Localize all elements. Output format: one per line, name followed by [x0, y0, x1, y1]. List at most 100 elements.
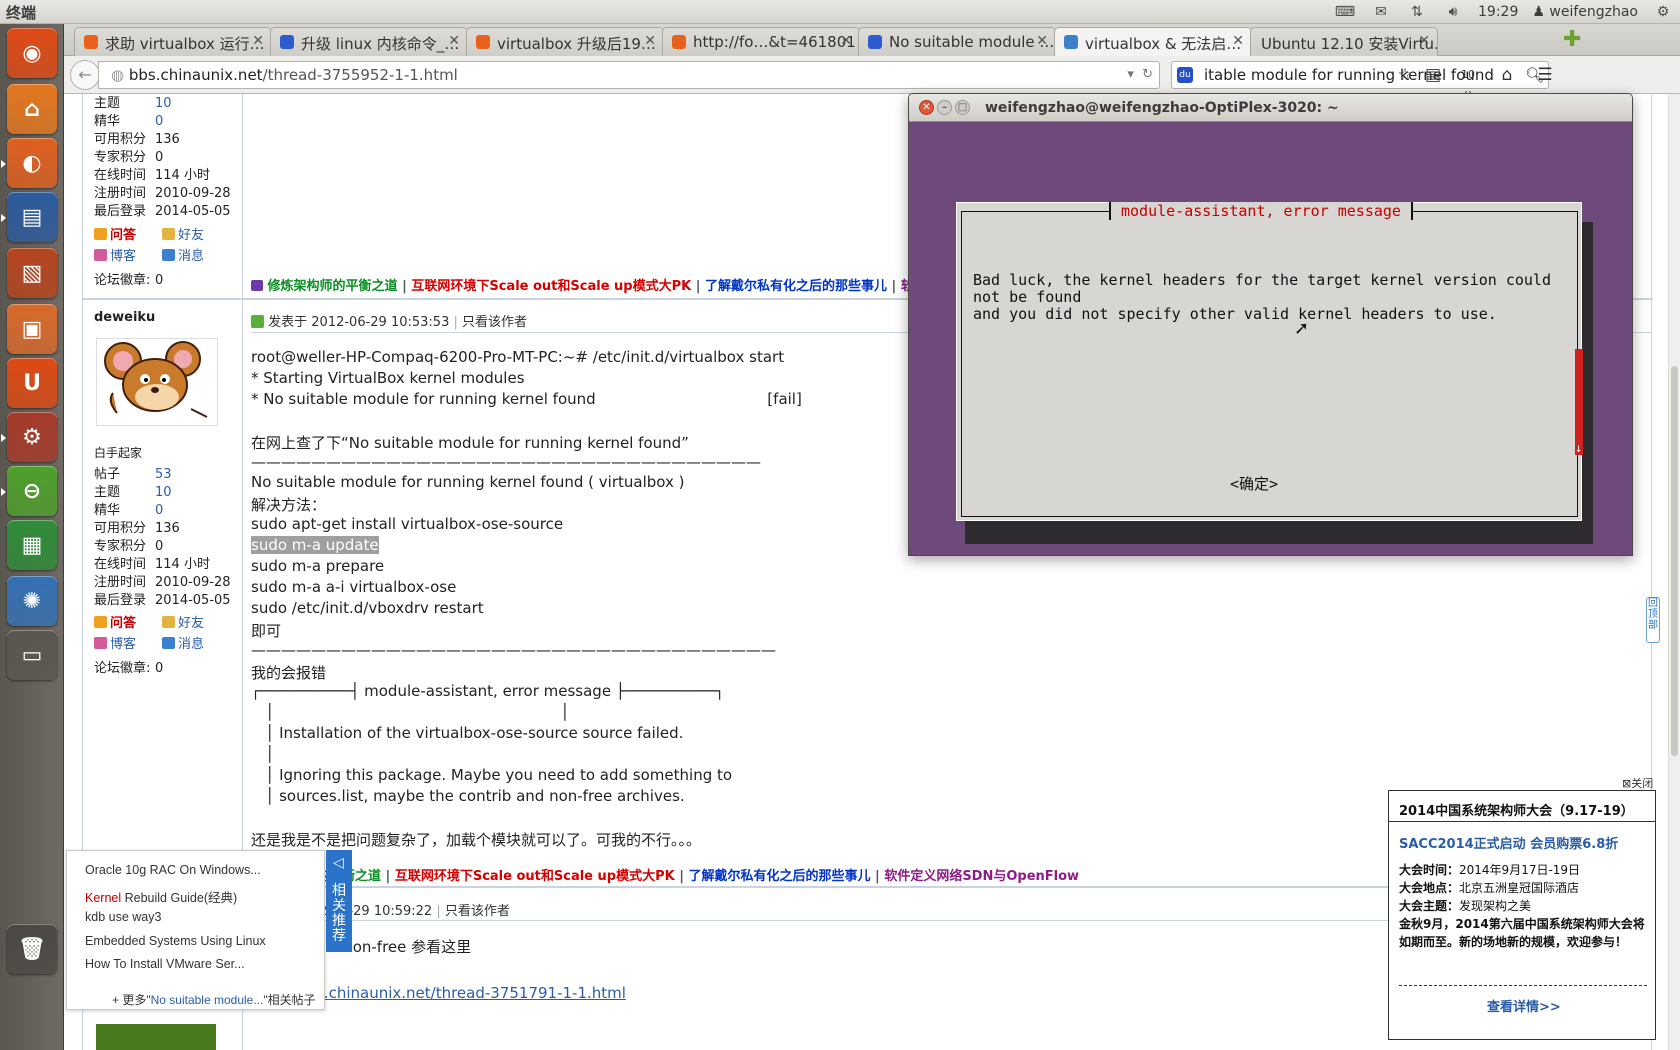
more-suffix: "相关帖子	[263, 993, 316, 1007]
volume-icon[interactable]: 🔊︎	[1442, 4, 1464, 20]
browser-tab[interactable]: Ubuntu 12.10 安装Virtu… ✕	[1250, 27, 1438, 56]
only-author-link[interactable]: 只看该作者	[445, 904, 510, 919]
bookmarks-list-icon[interactable]: ▤	[1422, 64, 1444, 86]
user-stat: 在线时间 114 小时	[94, 164, 210, 183]
stat-value[interactable]: 10	[155, 485, 172, 500]
launcher-calc[interactable]: ▦	[7, 520, 57, 570]
launcher-workspaces[interactable]: ▭	[7, 630, 57, 680]
new-tab-icon[interactable]: ✚	[1563, 29, 1585, 52]
related-post-link[interactable]: Oracle 10g RAC On Windows...	[85, 863, 261, 877]
friend-link[interactable]: 好友	[162, 612, 204, 631]
browser-tab[interactable]: virtualbox 升级后19… ✕	[466, 27, 664, 56]
launcher-dash[interactable]: ◉	[7, 28, 57, 78]
minimize-window-button[interactable]: –	[937, 100, 952, 115]
reload-icon[interactable]: ▾ ↻	[1127, 62, 1153, 88]
stat-value[interactable]: 0	[155, 503, 163, 518]
related-post-link[interactable]: Embedded Systems Using Linux	[85, 934, 266, 948]
menu-icon[interactable]: ☰	[1534, 64, 1556, 86]
launcher-network[interactable]: ✺	[7, 576, 57, 626]
close-tab-icon[interactable]: ✕	[448, 33, 460, 49]
qa-link[interactable]: 问答	[94, 224, 136, 243]
launcher-ubuntu-one[interactable]: U	[7, 358, 57, 408]
friend-link[interactable]: 好友	[162, 224, 204, 243]
launcher-writer[interactable]: ▤	[1, 192, 57, 242]
terminal-body[interactable]: module-assistant, error message Bad luck…	[909, 122, 1632, 555]
message-link[interactable]: 消息	[162, 633, 204, 652]
keyboard-icon[interactable]: ⌨	[1334, 4, 1356, 20]
message-link[interactable]: 消息	[162, 245, 204, 264]
page-scrollbar[interactable]	[1668, 94, 1680, 1050]
ad-more-link[interactable]: 查看详情>>	[1487, 996, 1561, 1015]
network-icon[interactable]: ⇅	[1406, 4, 1428, 20]
related-more: + 更多"No suitable module..."相关帖子	[112, 991, 316, 1008]
ad-subtitle[interactable]: SACC2014正式启动 会员购票6.8折	[1399, 833, 1618, 852]
back-button[interactable]: ←	[70, 60, 100, 90]
stat-value[interactable]: 10	[155, 96, 172, 111]
maximize-window-button[interactable]: □	[955, 100, 970, 115]
terminal-title-bar[interactable]: ✕ – □ weifengzhao@weifengzhao-OptiPlex-3…	[909, 94, 1632, 122]
qa-link[interactable]: 问答	[94, 612, 136, 631]
related-post-link[interactable]: Kernel Rebuild Guide(经典)	[85, 887, 237, 906]
launcher-software-center[interactable]: ▣	[7, 304, 57, 354]
action-label: 问答	[110, 228, 137, 243]
close-tab-icon[interactable]: ✕	[252, 33, 264, 49]
launcher-firefox[interactable]: ◐	[1, 138, 57, 188]
stat-value: 114 小时	[155, 557, 210, 572]
launcher-files[interactable]: ⌂	[7, 84, 57, 134]
related-post-link[interactable]: kdb use way3	[85, 910, 161, 924]
terminal-window[interactable]: ✕ – □ weifengzhao@weifengzhao-OptiPlex-3…	[908, 93, 1633, 556]
banner-link[interactable]: 软件定义网络SDN与OpenFlow	[884, 869, 1079, 884]
scrollbar-thumb[interactable]	[1671, 366, 1678, 756]
ok-button[interactable]: <确定>	[1230, 473, 1278, 494]
avatar[interactable]	[96, 338, 218, 426]
close-tab-icon[interactable]: ✕	[1418, 33, 1430, 49]
power-gear-icon[interactable]: ⚙	[1652, 4, 1674, 20]
browser-tab[interactable]: http://fo…&t=461801 ✕	[662, 27, 860, 56]
blog-link[interactable]: 博客	[94, 245, 136, 264]
browser-tab[interactable]: No suitable module … ✕	[858, 27, 1056, 56]
banner-link[interactable]: 互联网环境下Scale out和Scale up模式大PK	[411, 279, 691, 294]
close-tab-icon[interactable]: ✕	[1232, 33, 1244, 49]
more-related-link[interactable]: No suitable module...	[151, 993, 264, 1007]
stat-value: 136	[155, 521, 180, 536]
close-tab-icon[interactable]: ✕	[644, 33, 656, 49]
clock[interactable]: 19:29	[1478, 4, 1518, 20]
avatar[interactable]	[96, 1024, 216, 1050]
banner-link[interactable]: 互联网环境下Scale out和Scale up模式大PK	[395, 869, 675, 884]
bookmark-star-icon[interactable]: ☆	[1394, 64, 1416, 86]
timer-addon-icon[interactable]: 10分	[1457, 64, 1479, 103]
user-name[interactable]: deweiku	[94, 310, 155, 325]
ad-close-button[interactable]: ⊠关闭	[1622, 775, 1653, 791]
close-window-button[interactable]: ✕	[919, 100, 934, 115]
banner-link[interactable]: 了解戴尔私有化之后的那些事儿	[688, 869, 870, 884]
stat-value[interactable]: 53	[155, 467, 172, 482]
stat-value: 2014-05-05	[155, 593, 231, 608]
stat-value[interactable]: 0	[155, 114, 163, 129]
mail-icon[interactable]: ✉	[1370, 4, 1392, 20]
launcher-impress[interactable]: ▧	[7, 248, 57, 298]
error-dialog[interactable]: module-assistant, error message Bad luck…	[956, 202, 1583, 521]
launcher-unknown-app[interactable]: ⊖	[1, 466, 57, 516]
launcher-system-settings[interactable]: ⚙	[1, 412, 57, 462]
browser-tab[interactable]: virtualbox & 无法启… ✕	[1054, 27, 1252, 57]
tab-label: 求助 virtualbox 运行…	[105, 35, 265, 53]
browser-tab[interactable]: 求助 virtualbox 运行… ✕	[74, 27, 272, 56]
close-tab-icon[interactable]: ✕	[840, 33, 852, 49]
browser-tab[interactable]: 升级 linux 内核命令_… ✕	[270, 27, 468, 56]
related-post-link[interactable]: How To Install VMware Ser...	[85, 957, 245, 971]
blog-link[interactable]: 博客	[94, 633, 136, 652]
banner-link[interactable]: 修炼架构师的平衡之道	[268, 279, 398, 294]
launcher-trash[interactable]: 🗑︎	[7, 924, 57, 974]
firefox-icon: ◐	[22, 150, 42, 176]
stat-value: 0	[155, 539, 164, 554]
user-menu[interactable]: ♟ weifengzhao	[1532, 4, 1638, 20]
url-bar[interactable]: ◍ bbs.chinaunix.net/thread-3755952-1-1.h…	[98, 61, 1160, 89]
only-author-link[interactable]: 只看该作者	[462, 315, 527, 330]
back-to-top-button[interactable]: 回顶部	[1646, 597, 1660, 643]
search-bar[interactable]: du itable module for running kernel foun…	[1171, 61, 1549, 89]
home-icon[interactable]: ⌂	[1496, 64, 1518, 86]
banner-link[interactable]: 了解戴尔私有化之后的那些事儿	[705, 279, 887, 294]
close-tab-icon[interactable]: ✕	[1036, 33, 1048, 49]
related-posts-tab[interactable]: ◁ 相关推荐	[326, 850, 352, 952]
baidu-engine-icon[interactable]: du	[1177, 67, 1193, 83]
